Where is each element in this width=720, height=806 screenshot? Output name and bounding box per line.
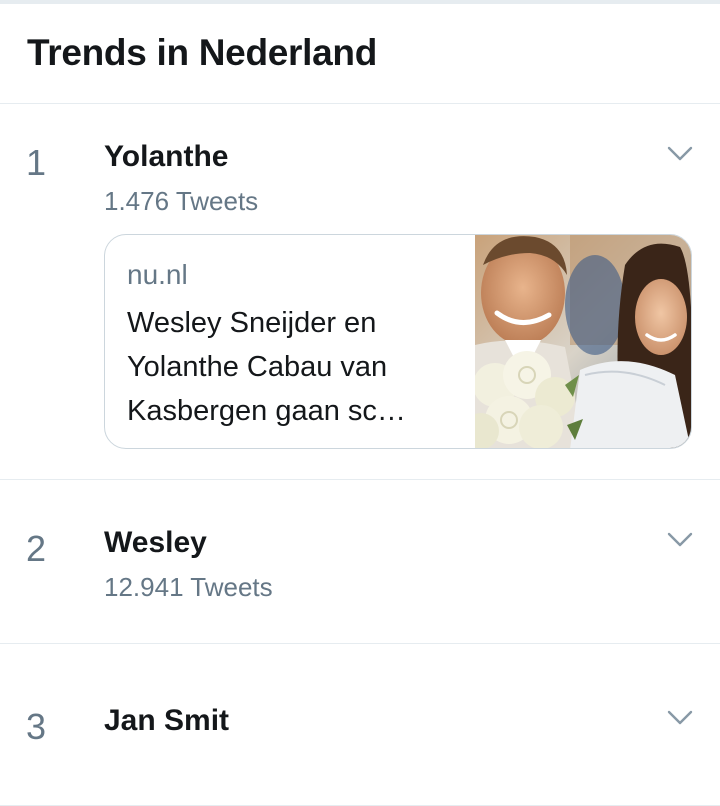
news-card[interactable]: nu.nl Wesley Sneijder en Yolanthe Cabau … (104, 234, 692, 449)
page-title: Trends in Nederland (27, 32, 377, 73)
trend-name: Jan Smit (104, 704, 230, 737)
news-card-text: nu.nl Wesley Sneijder en Yolanthe Cabau … (127, 259, 467, 433)
trend-rank: 2 (26, 528, 47, 569)
trends-panel: Trends in Nederland 1 Yolanthe 1.476 Twe… (0, 0, 720, 806)
trend-item-3[interactable]: 3 Jan Smit (0, 644, 720, 806)
trend-item-2[interactable]: 2 Wesley 12.941 Tweets (0, 480, 720, 644)
news-card-source: nu.nl (127, 259, 188, 290)
chevron-down-icon[interactable] (667, 710, 693, 726)
trend-name: Yolanthe (104, 140, 229, 173)
trend-rank: 3 (26, 706, 47, 747)
news-card-image (463, 235, 691, 448)
trend-tweet-count: 12.941 Tweets (104, 572, 273, 602)
chevron-down-icon[interactable] (667, 532, 693, 548)
news-card-headline: Wesley Sneijder en Yolanthe Cabau van Ka… (127, 307, 406, 427)
chevron-down-icon[interactable] (667, 146, 693, 162)
trend-rank: 1 (26, 142, 47, 183)
trend-name: Wesley (104, 526, 207, 559)
trends-header: Trends in Nederland (0, 4, 720, 104)
trend-item-1[interactable]: 1 Yolanthe 1.476 Tweets nu.nl Wesley Sne… (0, 104, 720, 480)
trend-tweet-count: 1.476 Tweets (104, 186, 259, 216)
